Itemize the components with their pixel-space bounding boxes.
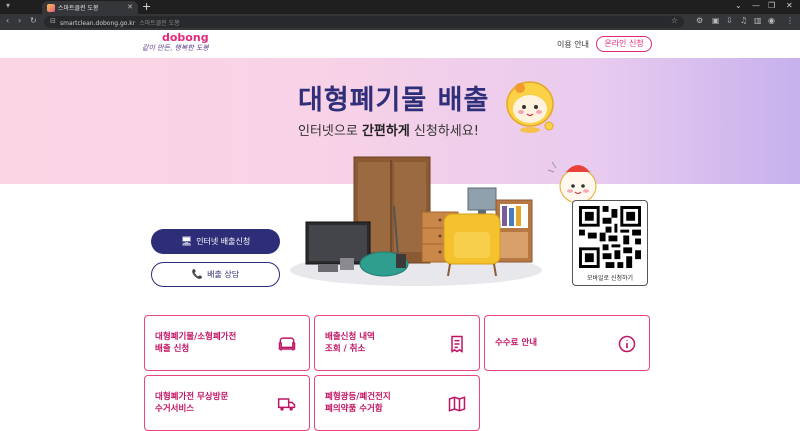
card-bulky-waste-apply[interactable]: 대형폐기물/소형폐가전 배출 신청: [144, 315, 310, 371]
back-icon[interactable]: ‹: [6, 16, 9, 25]
card-label: 배출신청 내역 조회 / 취소: [325, 332, 375, 354]
site-info-icon[interactable]: ⊟: [50, 17, 56, 25]
card-history-lookup[interactable]: 배출신청 내역 조회 / 취소: [314, 315, 480, 371]
tab-title: 스마트클린 도봉: [58, 5, 99, 12]
hero-subtitle: 인터넷으로 간편하게 신청하세요!: [298, 124, 479, 139]
extension-icon[interactable]: ▣: [712, 16, 720, 25]
consult-call-button[interactable]: 📞 배출 상담: [151, 262, 280, 287]
logo-brand: dobong: [162, 31, 209, 44]
truck-icon: [277, 398, 296, 411]
card-collection-box[interactable]: 폐형광등/폐건전지 폐의약품 수거함: [314, 375, 480, 431]
address-bar: ‹ › ↻ ⊟ smartclean.dobong.go.kr 스마트클린 도봉 …: [0, 14, 800, 30]
tab-list-icon[interactable]: ▾: [6, 1, 10, 10]
internet-apply-button[interactable]: 🖥 인터넷 배출신청: [151, 229, 280, 254]
phone-icon: 📞: [191, 270, 204, 280]
card-fee-guide[interactable]: 수수료 안내: [484, 315, 650, 371]
receipt-icon: [451, 335, 463, 353]
dobong-logo[interactable]: dobong 같이 만든, 행복한 도봉: [142, 32, 209, 54]
reload-icon[interactable]: ↻: [30, 16, 37, 25]
favicon-icon: [47, 4, 55, 12]
qr-code-card[interactable]: 모바일로 신청하기: [572, 200, 648, 286]
furniture-illustration: [290, 156, 542, 286]
sofa-icon: [278, 337, 296, 351]
browser-tab-bar: ▾ 스마트클린 도봉 ✕ + ⌄ — ❐ ✕: [0, 0, 800, 14]
qr-code-icon: [579, 206, 641, 268]
download-icon[interactable]: ⇩: [726, 16, 733, 25]
bookmark-star-icon[interactable]: ☆: [671, 16, 678, 25]
online-apply-button[interactable]: 온라인 신청: [596, 36, 652, 52]
translate-icon[interactable]: ⚙: [696, 16, 703, 25]
profile-icon[interactable]: ◉: [768, 16, 775, 25]
monitor-icon: 🖥: [180, 237, 193, 247]
url-text: smartclean.dobong.go.kr: [60, 20, 136, 27]
card-label: 수수료 안내: [495, 338, 538, 348]
card-label: 대형폐기물/소형폐가전 배출 신청: [155, 332, 237, 354]
site-header: dobong 같이 만든, 행복한 도봉 이용 안내 온라인 신청: [0, 30, 800, 58]
info-icon: [618, 335, 636, 353]
logo-slogan: 같이 만든, 행복한 도봉: [142, 44, 209, 52]
card-label: 폐형광등/폐건전지 폐의약품 수거함: [325, 392, 391, 414]
close-window-icon[interactable]: ✕: [786, 1, 793, 10]
browser-tab[interactable]: 스마트클린 도봉 ✕: [42, 1, 138, 14]
new-tab-button[interactable]: +: [142, 0, 151, 13]
dropdown-icon[interactable]: ⌄: [735, 1, 742, 10]
forward-icon[interactable]: ›: [18, 16, 21, 25]
url-field[interactable]: ⊟ smartclean.dobong.go.kr 스마트클린 도봉 ☆: [44, 16, 684, 28]
qr-label: 모바일로 신청하기: [586, 275, 634, 282]
hero-title: 대형폐기물 배출: [298, 85, 490, 116]
url-page-title: 스마트클린 도봉: [139, 20, 180, 27]
usage-guide-link[interactable]: 이용 안내: [557, 39, 589, 50]
card-label: 대형폐가전 무상방문 수거서비스: [155, 392, 229, 414]
map-icon: [448, 396, 466, 412]
media-icon[interactable]: ♫: [740, 16, 747, 25]
sidepanel-icon[interactable]: ▥: [754, 16, 762, 25]
card-free-pickup[interactable]: 대형폐가전 무상방문 수거서비스: [144, 375, 310, 431]
minimize-icon[interactable]: —: [752, 1, 760, 10]
mascot-character-icon: [506, 81, 554, 133]
menu-icon[interactable]: ⋮: [786, 16, 794, 25]
maximize-icon[interactable]: ❐: [768, 1, 775, 10]
close-tab-icon[interactable]: ✕: [127, 3, 133, 11]
